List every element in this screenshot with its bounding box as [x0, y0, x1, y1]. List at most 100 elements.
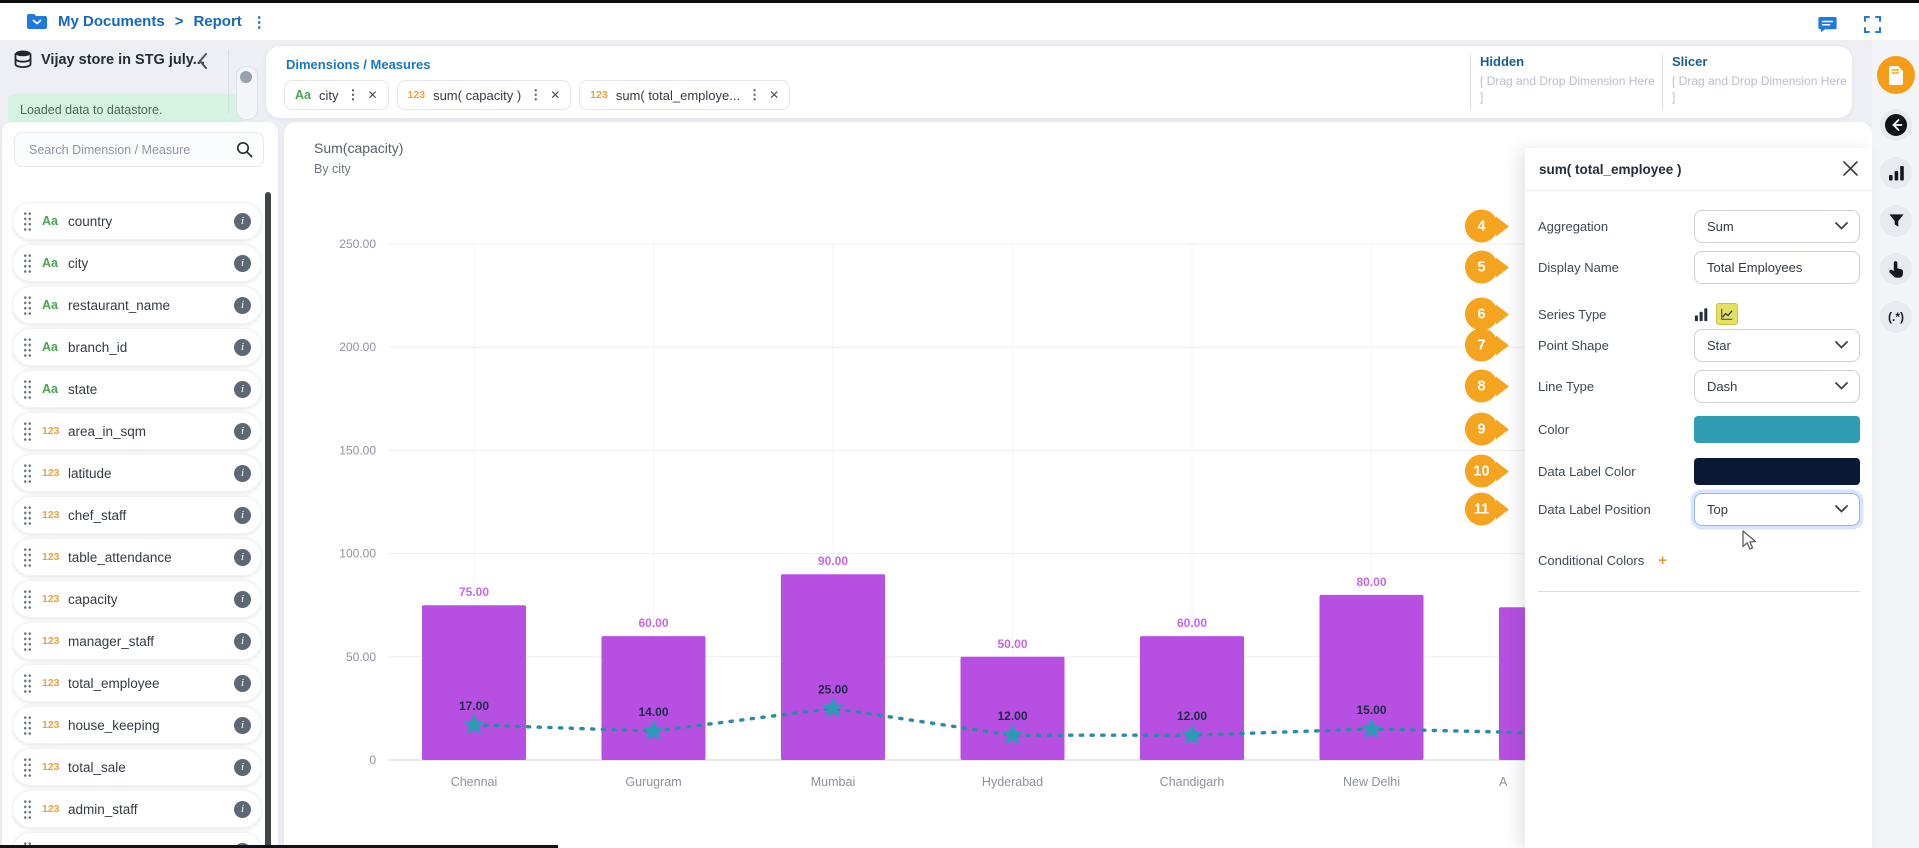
pointer-hand-icon[interactable] [1880, 253, 1912, 285]
slicer-dropzone[interactable]: Slicer [ Drag and Drop Dimension Here ] [1672, 54, 1850, 105]
panel-row-data-label-color: 10Data Label Color [1525, 454, 1872, 488]
drag-handle-icon[interactable] [23, 463, 32, 483]
chip-sumcapacity[interactable]: 123sum( capacity )⋮✕ [397, 80, 572, 110]
field-item-house_keeping[interactable]: 123house_keepingi [12, 706, 262, 744]
field-item-branch_id[interactable]: Aabranch_idi [12, 328, 262, 366]
step-badge: 4 [1465, 210, 1498, 243]
sidebar-scrollbar[interactable] [265, 192, 271, 848]
toolbar-drag-handle[interactable] [236, 66, 258, 120]
folder-icon[interactable] [26, 12, 48, 31]
step-number: 4 [1477, 218, 1485, 234]
info-icon[interactable]: i [234, 675, 251, 692]
field-type-badge: Aa [42, 382, 68, 396]
svg-text:12.00: 12.00 [997, 709, 1027, 723]
field-item-total_sale[interactable]: 123total_salei [12, 748, 262, 786]
collapse-sidebar-icon[interactable] [198, 53, 208, 69]
filter-icon[interactable] [1880, 205, 1912, 237]
search-icon[interactable] [236, 141, 253, 158]
info-icon[interactable]: i [234, 759, 251, 776]
drag-handle-icon[interactable] [23, 547, 32, 567]
svg-text:250.00: 250.00 [339, 237, 376, 251]
datasource-header: Vijay store in STG july... [14, 50, 205, 69]
breadcrumb-current[interactable]: Report [193, 13, 241, 30]
info-icon[interactable]: i [234, 633, 251, 650]
svg-text:17.00: 17.00 [459, 699, 489, 713]
svg-text:Hyderabad: Hyderabad [982, 775, 1043, 789]
info-icon[interactable]: i [234, 801, 251, 818]
drag-handle-icon[interactable] [23, 337, 32, 357]
field-item-restaurant_name[interactable]: Aarestaurant_namei [12, 286, 262, 324]
info-icon[interactable]: i [234, 381, 251, 398]
drag-handle-icon[interactable] [23, 505, 32, 525]
info-icon[interactable]: i [234, 255, 251, 272]
info-icon[interactable]: i [234, 423, 251, 440]
drag-handle-icon[interactable] [23, 253, 32, 273]
drag-handle-icon[interactable] [23, 295, 32, 315]
chip-close-icon[interactable]: ✕ [367, 88, 377, 102]
color-swatch[interactable] [1694, 416, 1860, 443]
search-input[interactable] [27, 142, 236, 158]
field-item-table_attendance[interactable]: 123table_attendancei [12, 538, 262, 576]
comment-icon[interactable] [1818, 16, 1837, 33]
info-icon[interactable]: i [234, 591, 251, 608]
drag-handle-icon[interactable] [23, 379, 32, 399]
info-icon[interactable]: i [234, 465, 251, 482]
info-icon[interactable]: i [234, 717, 251, 734]
fullscreen-icon[interactable] [1864, 16, 1881, 33]
field-item-capacity[interactable]: 123capacityi [12, 580, 262, 618]
point-shape-select[interactable]: Star [1694, 329, 1860, 362]
info-icon[interactable]: i [234, 339, 251, 356]
drag-knob [240, 71, 252, 83]
field-item-chef_staff[interactable]: 123chef_staffi [12, 496, 262, 534]
hidden-dropzone[interactable]: Hidden [ Drag and Drop Dimension Here ] [1480, 54, 1658, 105]
chip-close-icon[interactable]: ✕ [550, 88, 560, 102]
drag-handle-icon[interactable] [23, 673, 32, 693]
line-type-select[interactable]: Dash [1694, 370, 1860, 403]
chip-city[interactable]: Aacity⋮✕ [284, 80, 389, 110]
datasource-card-icon[interactable] [1877, 56, 1915, 94]
info-icon[interactable]: i [234, 507, 251, 524]
search-box[interactable] [14, 132, 264, 167]
display-name-input[interactable] [1694, 251, 1860, 284]
drag-handle-icon[interactable] [23, 211, 32, 231]
svg-text:90.00: 90.00 [818, 554, 848, 568]
info-icon[interactable]: i [234, 213, 251, 230]
field-item-state[interactable]: Aastatei [12, 370, 262, 408]
breadcrumb-root[interactable]: My Documents [58, 13, 165, 30]
add-conditional-color-button[interactable]: + [1658, 552, 1667, 569]
chart-icon[interactable] [1880, 157, 1912, 189]
line-series-icon-selected[interactable] [1716, 303, 1738, 325]
chip-menu-icon[interactable]: ⋮ [748, 87, 761, 103]
data-label-position-select[interactable]: Top [1694, 493, 1860, 526]
data-label-position-label: Data Label Position [1538, 502, 1651, 517]
field-item-city[interactable]: Aacityi [12, 244, 262, 282]
aggregation-select[interactable]: Sum [1694, 210, 1860, 243]
field-item-admin_staff[interactable]: 123admin_staffi [12, 790, 262, 828]
slicer-hint: [ Drag and Drop Dimension Here ] [1672, 73, 1850, 105]
drag-handle-icon[interactable] [23, 631, 32, 651]
field-item-country[interactable]: Aacountryi [12, 202, 262, 240]
info-icon[interactable]: i [234, 297, 251, 314]
back-icon[interactable] [1880, 109, 1912, 141]
chip-menu-icon[interactable]: ⋮ [346, 87, 359, 103]
drag-handle-icon[interactable] [23, 799, 32, 819]
chip-sumtotal_employe[interactable]: 123sum( total_employe...⋮✕ [579, 80, 790, 110]
data-label-color-swatch[interactable] [1694, 458, 1860, 485]
chevron-down-icon [1835, 382, 1848, 390]
color-label: Color [1538, 422, 1569, 437]
report-menu-icon[interactable]: ⋮ [252, 13, 267, 31]
field-item-total_employee[interactable]: 123total_employeei [12, 664, 262, 702]
bar-series-icon[interactable] [1694, 307, 1709, 322]
step-number: 10 [1473, 463, 1489, 479]
drag-handle-icon[interactable] [23, 757, 32, 777]
regex-icon[interactable]: (.*) [1880, 301, 1912, 333]
chip-menu-icon[interactable]: ⋮ [529, 87, 542, 103]
info-icon[interactable]: i [234, 549, 251, 566]
chip-close-icon[interactable]: ✕ [769, 88, 779, 102]
field-item-latitude[interactable]: 123latitudei [12, 454, 262, 492]
drag-handle-icon[interactable] [23, 421, 32, 441]
field-item-manager_staff[interactable]: 123manager_staffi [12, 622, 262, 660]
field-item-area_in_sqm[interactable]: 123area_in_sqmi [12, 412, 262, 450]
drag-handle-icon[interactable] [23, 589, 32, 609]
drag-handle-icon[interactable] [23, 715, 32, 735]
